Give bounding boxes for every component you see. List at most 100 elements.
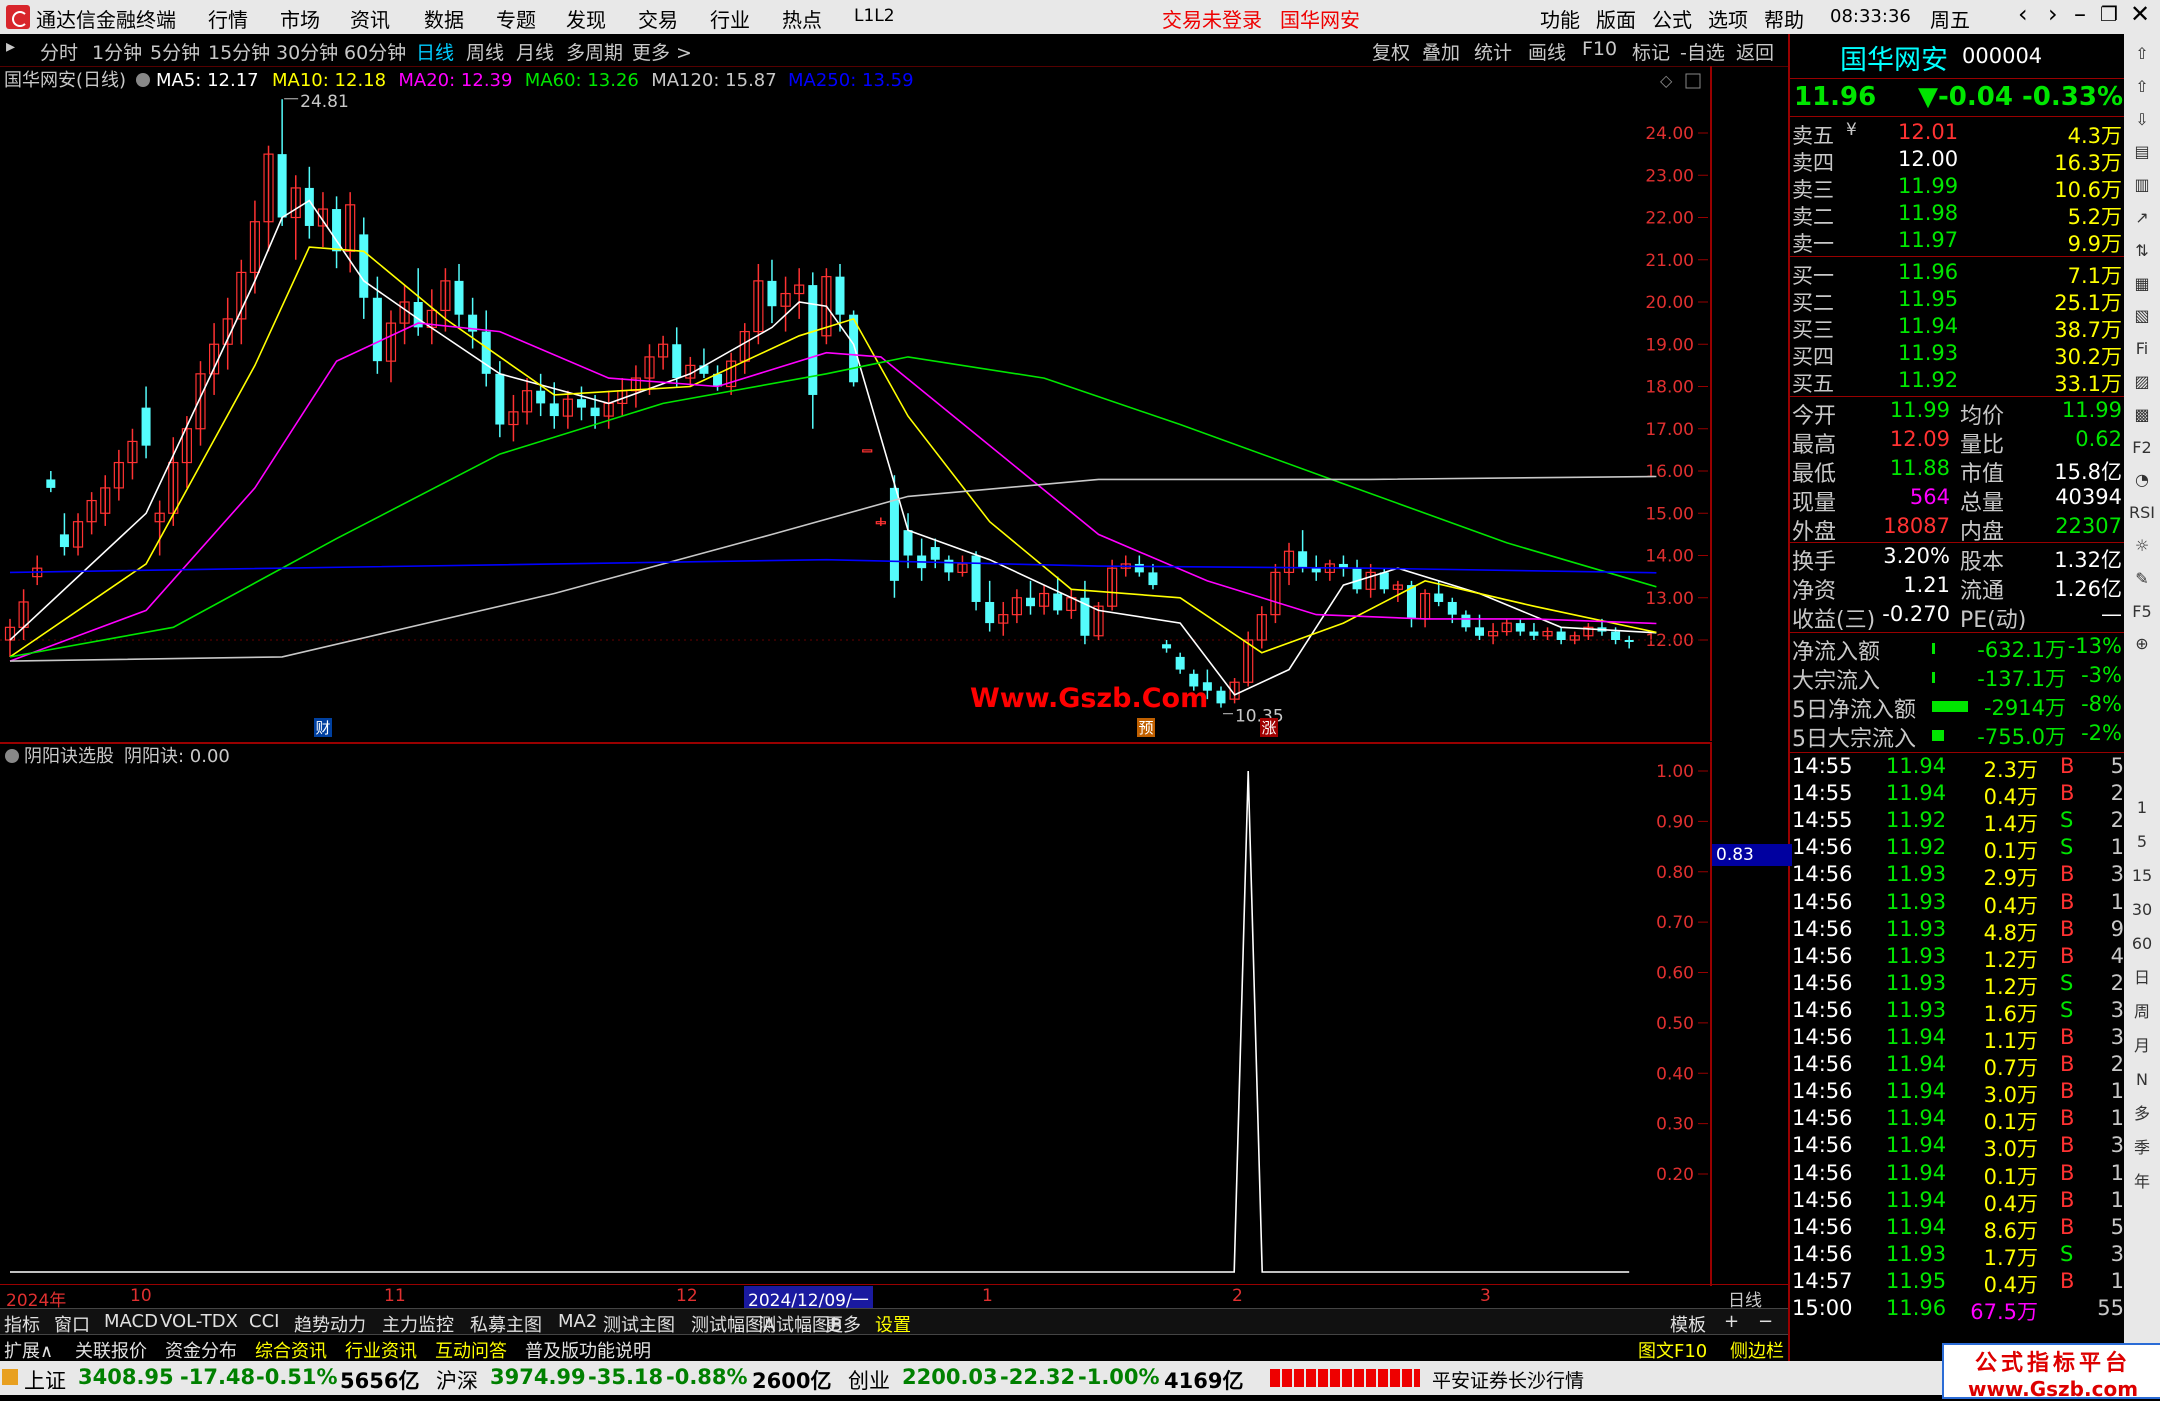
- ask-row[interactable]: 卖一 11.97 9.9万: [1790, 228, 2126, 256]
- sidebar-period-周[interactable]: 周: [2128, 998, 2156, 1026]
- nav-up-icon[interactable]: ⇧: [2128, 40, 2156, 68]
- grid-icon[interactable]: ▦: [2128, 270, 2156, 298]
- period-button[interactable]: 多周期: [566, 38, 623, 65]
- side-tab[interactable]: 图文F10: [1638, 1337, 1707, 1363]
- period-button[interactable]: 30分钟: [276, 38, 338, 65]
- sidebar-period-月[interactable]: 月: [2128, 1032, 2156, 1060]
- ask-row[interactable]: 卖四 12.00 16.3万: [1790, 147, 2126, 175]
- right-menu-item[interactable]: 功能: [1540, 4, 1580, 33]
- toolbar-expand-icon[interactable]: ▸: [6, 36, 15, 57]
- bid-row[interactable]: 买二 11.95 25.1万: [1790, 287, 2126, 315]
- period-button[interactable]: 60分钟: [344, 38, 406, 65]
- menu-item[interactable]: 市场: [280, 4, 320, 33]
- chart-tool-button[interactable]: 统计: [1474, 38, 1512, 65]
- chart-tool-button[interactable]: 叠加: [1422, 38, 1460, 65]
- chart-tool-button[interactable]: 复权: [1372, 38, 1410, 65]
- menu-item[interactable]: 行业: [710, 4, 750, 33]
- menu-item[interactable]: 专题: [496, 4, 536, 33]
- minimize-icon[interactable]: –: [2074, 0, 2086, 28]
- sort-icon[interactable]: ⇅: [2128, 237, 2156, 265]
- template-control[interactable]: +: [1724, 1311, 1739, 1332]
- sidebar-period-15[interactable]: 15: [2128, 862, 2156, 890]
- menu-item[interactable]: 行情: [208, 4, 248, 33]
- chart-icon[interactable]: ▩: [2128, 401, 2156, 429]
- right-menu-item[interactable]: 版面: [1596, 4, 1636, 33]
- menu-item[interactable]: L1L2: [854, 6, 895, 26]
- close-icon[interactable]: ✕: [2130, 0, 2150, 28]
- period-button[interactable]: 1分钟: [92, 38, 142, 65]
- menu-item[interactable]: 热点: [782, 4, 822, 33]
- sun-icon[interactable]: ☼: [2128, 532, 2156, 560]
- sidebar-period-日[interactable]: 日: [2128, 964, 2156, 992]
- back-arrow-icon[interactable]: ‹: [2018, 0, 2028, 28]
- login-status[interactable]: 交易未登录: [1162, 4, 1262, 33]
- page-down-icon[interactable]: ⇩: [2128, 106, 2156, 134]
- index-cy-name[interactable]: 创业: [848, 1365, 890, 1395]
- clock-icon[interactable]: ◔: [2128, 466, 2156, 494]
- ask-row[interactable]: 卖五 ¥12.01 4.3万: [1790, 120, 2126, 148]
- extension-tab[interactable]: 互动问答: [435, 1337, 507, 1363]
- draw-icon[interactable]: ✎: [2128, 565, 2156, 593]
- page-up-icon[interactable]: ⇧: [2128, 73, 2156, 101]
- main-kline-chart[interactable]: 国华网安(日线) MA5: 12.17 MA10: 12.18 MA20: 12.39…: [0, 66, 1712, 741]
- menu-item[interactable]: 数据: [424, 4, 464, 33]
- f5-icon[interactable]: F5: [2128, 598, 2156, 626]
- chart-tool-button[interactable]: -自选: [1680, 38, 1725, 65]
- ask-row[interactable]: 卖三 11.99 10.6万: [1790, 174, 2126, 202]
- menu-item[interactable]: 资讯: [350, 4, 390, 33]
- bid-row[interactable]: 买五 11.92 33.1万: [1790, 368, 2126, 396]
- table-icon[interactable]: ▥: [2128, 171, 2156, 199]
- bid-row[interactable]: 买四 11.93 30.2万: [1790, 341, 2126, 369]
- menu-item[interactable]: 交易: [638, 4, 678, 33]
- period-button[interactable]: 日线: [416, 38, 454, 65]
- indicator-chart[interactable]: 阴阳诀选股 阴阳诀: 0.00 1.00 0.90 0.80 0.70 0.60 0.50 0.…: [0, 742, 1712, 1286]
- chart-tool-button[interactable]: 画线: [1528, 38, 1566, 65]
- bid-row[interactable]: 买一 11.96 7.1万: [1790, 260, 2126, 288]
- sidebar-period-季[interactable]: 季: [2128, 1134, 2156, 1162]
- f2-icon[interactable]: F2: [2128, 434, 2156, 462]
- menu-item[interactable]: 发现: [566, 4, 606, 33]
- period-button[interactable]: 分时: [40, 38, 78, 65]
- finance-icon[interactable]: Fi: [2128, 335, 2156, 363]
- extension-tab[interactable]: 关联报价: [75, 1337, 147, 1363]
- index-sh-name[interactable]: 上证: [24, 1365, 66, 1395]
- sidebar-period-多[interactable]: 多: [2128, 1100, 2156, 1128]
- indicator-tab[interactable]: MACD: [104, 1311, 158, 1332]
- period-button[interactable]: 周线: [466, 38, 504, 65]
- sidebar-period-N[interactable]: N: [2128, 1066, 2156, 1094]
- globe-icon[interactable]: ⊕: [2128, 630, 2156, 658]
- right-menu-item[interactable]: 帮助: [1764, 4, 1804, 33]
- extension-tab[interactable]: 行业资讯: [345, 1337, 417, 1363]
- rsi-icon[interactable]: RSI: [2128, 499, 2156, 527]
- sidebar-period-1[interactable]: 1: [2128, 794, 2156, 822]
- sidebar-period-30[interactable]: 30: [2128, 896, 2156, 924]
- sidebar-period-年[interactable]: 年: [2128, 1168, 2156, 1196]
- right-menu-item[interactable]: 公式: [1652, 4, 1692, 33]
- trend-icon[interactable]: ↗: [2128, 204, 2156, 232]
- extension-tab[interactable]: 资金分布: [165, 1337, 237, 1363]
- chart-tool-button[interactable]: 标记: [1632, 38, 1670, 65]
- template-control[interactable]: −: [1758, 1311, 1773, 1332]
- indicator-tab[interactable]: VOL-TDX: [160, 1311, 238, 1332]
- extension-tab[interactable]: 扩展∧: [4, 1337, 53, 1363]
- bid-row[interactable]: 买三 11.94 38.7万: [1790, 314, 2126, 342]
- period-button[interactable]: 15分钟: [208, 38, 270, 65]
- chart-tool-button[interactable]: 返回: [1736, 38, 1774, 65]
- forward-arrow-icon[interactable]: ›: [2048, 0, 2058, 28]
- server-name[interactable]: 平安证券长沙行情: [1432, 1366, 1584, 1393]
- chart-tool-button[interactable]: F10: [1582, 38, 1617, 60]
- extension-tab[interactable]: 综合资讯: [255, 1337, 327, 1363]
- grid-icon[interactable]: ▧: [2128, 302, 2156, 330]
- restore-icon[interactable]: ❐: [2100, 2, 2118, 26]
- index-hs-name[interactable]: 沪深: [436, 1365, 478, 1395]
- period-button[interactable]: 5分钟: [150, 38, 200, 65]
- report-icon[interactable]: ▨: [2128, 368, 2156, 396]
- list-icon[interactable]: ▤: [2128, 138, 2156, 166]
- sidebar-period-5[interactable]: 5: [2128, 828, 2156, 856]
- indicator-tab[interactable]: MA2: [558, 1311, 597, 1332]
- period-button[interactable]: 更多 >: [632, 38, 692, 65]
- extension-tab[interactable]: 普及版功能说明: [525, 1337, 651, 1363]
- right-menu-item[interactable]: 选项: [1708, 4, 1748, 33]
- period-button[interactable]: 月线: [516, 38, 554, 65]
- indicator-tab[interactable]: CCI: [249, 1311, 279, 1332]
